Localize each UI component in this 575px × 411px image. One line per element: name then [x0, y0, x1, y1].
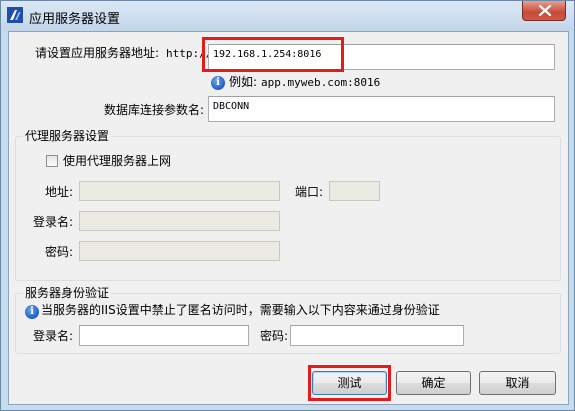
auth-info-text: 当服务器的IIS设置中禁止了匿名访问时，需要输入以下内容来通过身份验证	[41, 303, 440, 317]
title-bar[interactable]: 应用服务器设置	[1, 1, 574, 31]
proxy-login-input[interactable]	[79, 211, 280, 231]
auth-group-title: 服务器身份验证	[23, 286, 112, 300]
close-icon	[538, 5, 552, 16]
proxy-login-label: 登录名:	[33, 215, 74, 229]
use-proxy-label[interactable]: 使用代理服务器上网	[63, 154, 171, 168]
example-value: app.myweb.com:8016	[261, 76, 381, 89]
proxy-address-label: 地址:	[45, 185, 74, 199]
auth-login-input[interactable]	[79, 325, 249, 346]
info-icon: i	[211, 76, 225, 90]
example-label: 例如:	[229, 75, 258, 89]
settings-dialog: 应用服务器设置 请设置应用服务器地址: http:// 192.168.1.25…	[0, 0, 575, 411]
proxy-port-label: 端口:	[295, 185, 324, 199]
auth-info-icon: i	[25, 305, 39, 319]
proxy-port-input[interactable]	[329, 181, 380, 201]
address-highlight-box	[202, 37, 344, 72]
use-proxy-checkbox[interactable]	[46, 155, 58, 167]
test-button-highlight-box	[308, 365, 391, 401]
db-param-input[interactable]: DBCONN	[208, 96, 555, 122]
close-button[interactable]	[522, 1, 566, 21]
proxy-group-title: 代理服务器设置	[23, 129, 112, 143]
auth-password-input[interactable]	[290, 325, 464, 346]
ok-button[interactable]: 确定	[396, 371, 471, 395]
auth-password-label: 密码:	[260, 329, 289, 343]
cancel-button[interactable]: 取消	[479, 371, 556, 395]
dialog-body: 请设置应用服务器地址: http:// 192.168.1.254:8016 i…	[8, 31, 569, 405]
window-title: 应用服务器设置	[29, 12, 121, 27]
proxy-password-input[interactable]	[79, 241, 280, 261]
app-icon	[7, 7, 23, 23]
auth-login-label: 登录名:	[33, 329, 74, 343]
db-param-label: 数据库连接参数名:	[104, 103, 205, 117]
proxy-address-input[interactable]	[79, 181, 280, 201]
server-address-label: 请设置应用服务器地址:	[35, 46, 160, 60]
proxy-password-label: 密码:	[45, 245, 74, 259]
